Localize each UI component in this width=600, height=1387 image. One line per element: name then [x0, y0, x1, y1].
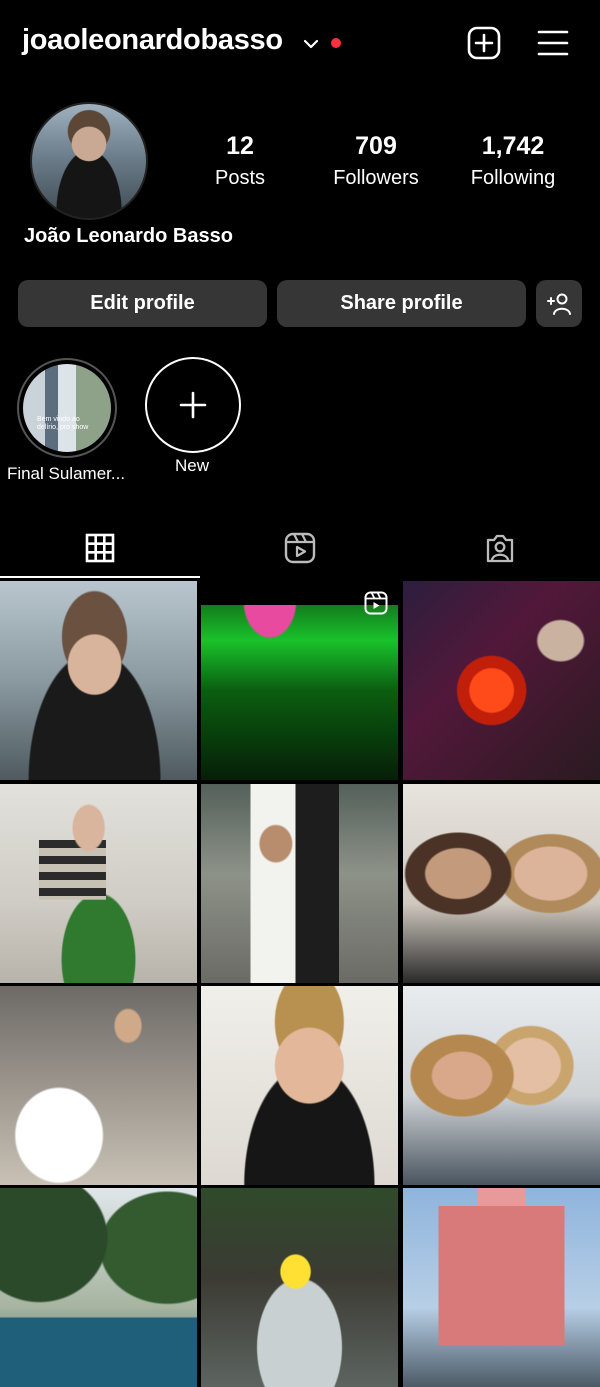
- stat-following[interactable]: 1,742 Following: [458, 132, 568, 190]
- post-tile[interactable]: [403, 1188, 600, 1387]
- post-tile[interactable]: [201, 986, 398, 1185]
- chevron-down-icon[interactable]: [303, 36, 319, 52]
- create-post-button[interactable]: [464, 23, 504, 63]
- post-tile[interactable]: [403, 581, 600, 780]
- discover-people-button[interactable]: [536, 280, 582, 327]
- edit-profile-button[interactable]: Edit profile: [18, 280, 267, 327]
- highlight-thumbnail: Bem vindo ao delírio, pro show: [23, 364, 111, 452]
- new-highlight-label[interactable]: New: [150, 456, 234, 476]
- stat-followers[interactable]: 709 Followers: [321, 132, 431, 190]
- posts-label: Posts: [214, 167, 266, 189]
- full-name: João Leonardo Basso: [24, 225, 233, 247]
- highlight-label[interactable]: Final Sulamer...: [0, 464, 132, 484]
- grid-icon: [85, 533, 115, 563]
- profile-avatar[interactable]: [30, 102, 148, 220]
- reels-icon: [284, 532, 316, 564]
- hamburger-menu-icon: [537, 30, 569, 56]
- tab-grid[interactable]: [0, 520, 200, 576]
- menu-button[interactable]: [533, 23, 573, 63]
- post-tile[interactable]: [201, 581, 398, 780]
- plus-icon: [179, 391, 207, 419]
- posts-count: 12: [226, 132, 254, 160]
- tab-reels[interactable]: [200, 520, 400, 576]
- add-person-icon: [547, 293, 571, 315]
- following-label: Following: [470, 167, 556, 189]
- highlight-story[interactable]: Bem vindo ao delírio, pro show: [17, 358, 117, 458]
- post-tile[interactable]: [403, 784, 600, 983]
- tab-tagged[interactable]: [400, 520, 600, 576]
- share-profile-button[interactable]: Share profile: [277, 280, 526, 327]
- post-tile[interactable]: [0, 784, 197, 983]
- plus-square-icon: [467, 26, 501, 60]
- post-tile[interactable]: [0, 986, 197, 1185]
- following-count: 1,742: [481, 132, 545, 160]
- followers-label: Followers: [333, 167, 419, 189]
- followers-count: 709: [355, 132, 397, 160]
- post-tile[interactable]: [0, 581, 197, 780]
- stat-posts[interactable]: 12 Posts: [185, 132, 295, 190]
- post-tile[interactable]: [403, 986, 600, 1185]
- new-highlight-button[interactable]: [145, 357, 241, 453]
- reel-badge-icon: [364, 591, 388, 615]
- post-tile[interactable]: [201, 1188, 398, 1387]
- active-tab-indicator: [0, 576, 200, 578]
- post-tile[interactable]: [201, 784, 398, 983]
- tagged-icon: [486, 534, 514, 563]
- notification-dot: [331, 38, 341, 48]
- highlight-overlay-text: Bem vindo ao delírio, pro show: [37, 416, 89, 431]
- posts-grid: [0, 581, 600, 1387]
- post-tile[interactable]: [0, 1188, 197, 1387]
- username-title[interactable]: joaoleonardobasso: [22, 24, 283, 57]
